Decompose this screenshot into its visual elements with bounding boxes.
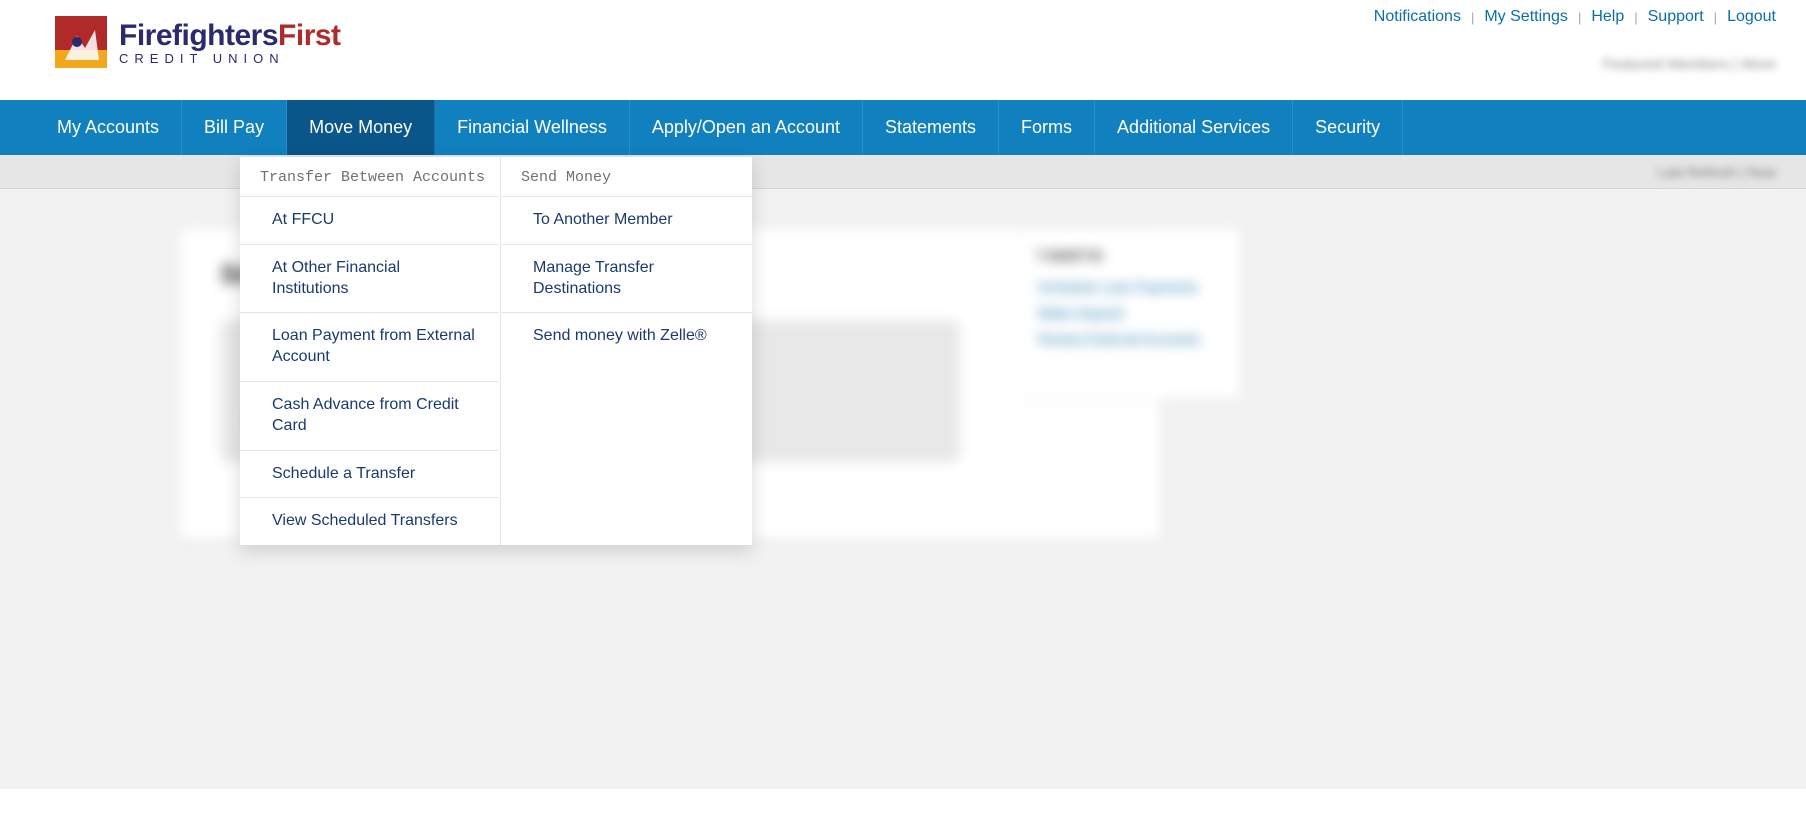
mega-item-cash-advance[interactable]: Cash Advance from Credit Card bbox=[240, 382, 498, 451]
blurred-side-link: Schedule Loan Payments bbox=[1038, 279, 1222, 295]
header: FirefightersFirst CREDIT UNION Notificat… bbox=[0, 0, 1806, 100]
separator: | bbox=[1471, 10, 1474, 25]
top-links: Notifications | My Settings | Help | Sup… bbox=[1374, 8, 1776, 26]
separator: | bbox=[1714, 10, 1717, 25]
subbar-text: Last Refresh | Now bbox=[1657, 164, 1776, 180]
mega-header-transfer: Transfer Between Accounts bbox=[240, 157, 498, 197]
main-nav: My Accounts Bill Pay Move Money Financia… bbox=[0, 100, 1806, 155]
logo-mark-icon bbox=[55, 16, 107, 68]
blurred-side-link: Make Deposit bbox=[1038, 305, 1222, 321]
nav-statements[interactable]: Statements bbox=[863, 100, 999, 155]
link-my-settings[interactable]: My Settings bbox=[1484, 8, 1568, 26]
mega-header-send-money: Send Money bbox=[501, 157, 752, 197]
mega-item-other-fi[interactable]: At Other Financial Institutions bbox=[240, 245, 498, 314]
nav-my-accounts[interactable]: My Accounts bbox=[35, 100, 182, 155]
mega-item-zelle[interactable]: Send money with Zelle® bbox=[501, 313, 752, 360]
logo[interactable]: FirefightersFirst CREDIT UNION bbox=[55, 16, 341, 68]
blurred-side-title: I want to bbox=[1038, 247, 1222, 265]
nav-forms[interactable]: Forms bbox=[999, 100, 1095, 155]
blurred-side-panel: I want to Schedule Loan Payments Make De… bbox=[1020, 229, 1240, 399]
logo-text-ff: Firefighters bbox=[119, 19, 278, 52]
user-line: Featured Members | More bbox=[1603, 56, 1776, 73]
mega-item-schedule-transfer[interactable]: Schedule a Transfer bbox=[240, 451, 498, 499]
link-help[interactable]: Help bbox=[1591, 8, 1624, 26]
mega-item-view-scheduled[interactable]: View Scheduled Transfers bbox=[240, 498, 498, 545]
blurred-side-link: Review External Accounts bbox=[1038, 331, 1222, 347]
mega-item-at-ffcu[interactable]: At FFCU bbox=[240, 197, 498, 245]
nav-bill-pay[interactable]: Bill Pay bbox=[182, 100, 287, 155]
nav-security[interactable]: Security bbox=[1293, 100, 1403, 155]
nav-financial-wellness[interactable]: Financial Wellness bbox=[435, 100, 630, 155]
header-right: Notifications | My Settings | Help | Sup… bbox=[1374, 8, 1776, 73]
mega-col-transfer: Transfer Between Accounts At FFCU At Oth… bbox=[240, 157, 498, 545]
logo-text-first: First bbox=[278, 19, 341, 52]
move-money-mega-menu: Transfer Between Accounts At FFCU At Oth… bbox=[240, 157, 752, 545]
mega-item-to-another-member[interactable]: To Another Member bbox=[501, 197, 752, 245]
mega-item-loan-payment-external[interactable]: Loan Payment from External Account bbox=[240, 313, 498, 382]
mega-col-send-money: Send Money To Another Member Manage Tran… bbox=[500, 157, 752, 545]
separator: | bbox=[1578, 10, 1581, 25]
separator: | bbox=[1634, 10, 1637, 25]
logo-text: FirefightersFirst CREDIT UNION bbox=[119, 19, 341, 66]
link-notifications[interactable]: Notifications bbox=[1374, 8, 1461, 26]
link-logout[interactable]: Logout bbox=[1727, 8, 1776, 26]
mega-item-manage-destinations[interactable]: Manage Transfer Destinations bbox=[501, 245, 752, 314]
nav-move-money[interactable]: Move Money bbox=[287, 100, 435, 155]
link-support[interactable]: Support bbox=[1648, 8, 1704, 26]
nav-apply-open[interactable]: Apply/Open an Account bbox=[630, 100, 863, 155]
nav-additional-services[interactable]: Additional Services bbox=[1095, 100, 1293, 155]
logo-subtext: CREDIT UNION bbox=[119, 51, 341, 66]
